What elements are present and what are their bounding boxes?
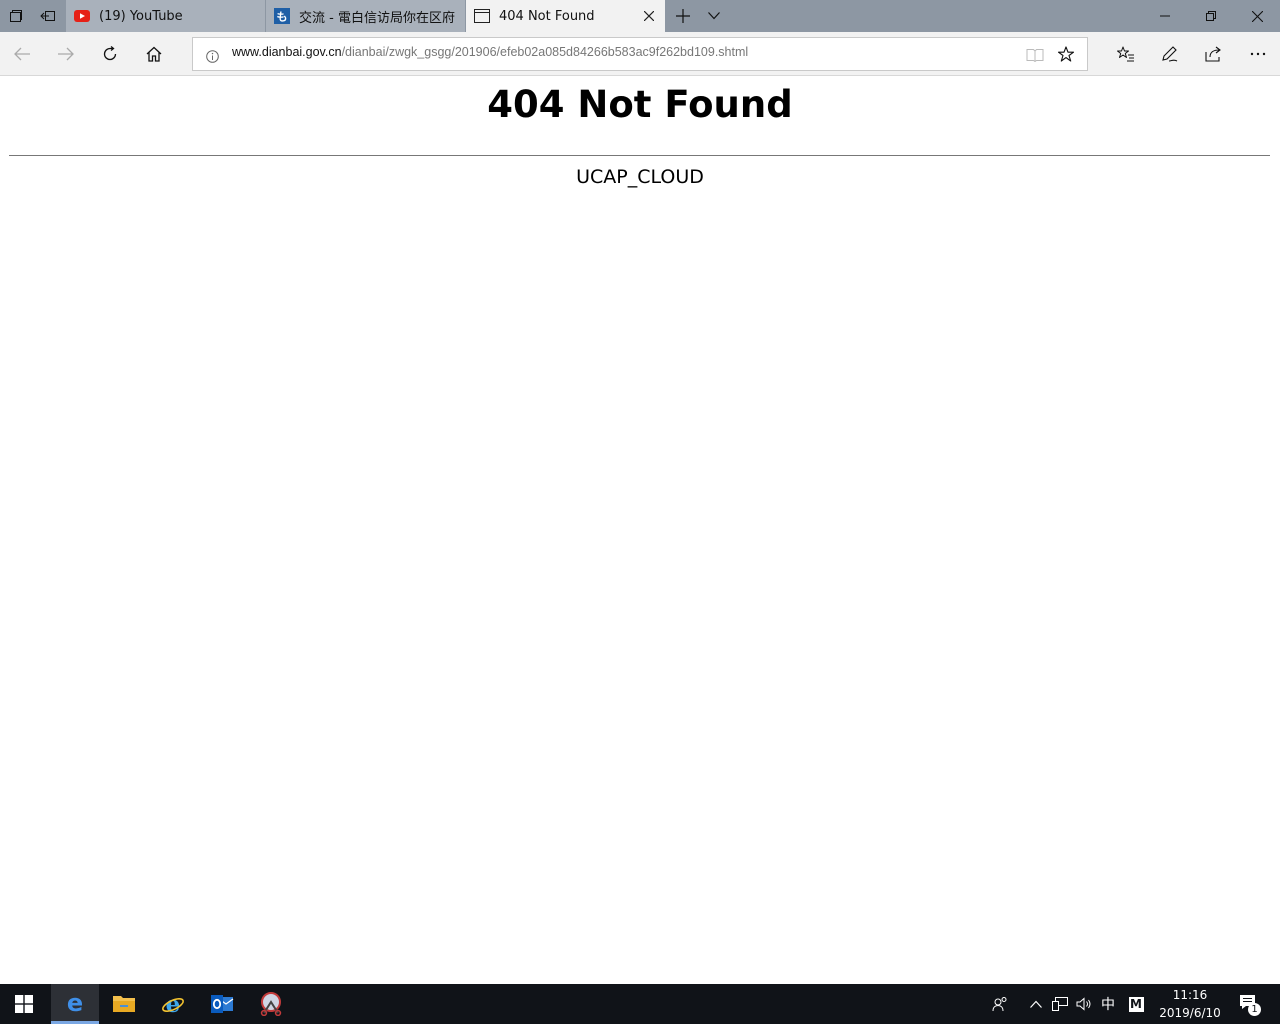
reading-view-icon[interactable]	[1026, 47, 1044, 66]
back-button[interactable]	[0, 32, 44, 76]
taskbar-snipping-tool[interactable]	[247, 984, 295, 1024]
youtube-icon	[74, 8, 90, 24]
people-button[interactable]	[986, 984, 1014, 1024]
arrow-right-icon	[58, 47, 74, 61]
page-title: 404 Not Found	[487, 83, 793, 126]
share-button[interactable]	[1192, 32, 1236, 76]
speaker-icon	[1076, 997, 1091, 1011]
forward-button[interactable]	[44, 32, 88, 76]
taskbar-outlook[interactable]	[198, 984, 246, 1024]
ellipsis-icon	[1250, 52, 1266, 56]
snipping-tool-icon	[260, 992, 282, 1016]
network-button[interactable]	[1048, 984, 1072, 1024]
tab-label: 交流 - 電白信访局你在区府	[299, 10, 455, 26]
tab-preview-button[interactable]	[700, 0, 728, 32]
taskbar-edge[interactable]: e	[51, 984, 99, 1024]
favorites-hub-button[interactable]	[1104, 32, 1148, 76]
new-tab-button[interactable]	[666, 0, 700, 32]
telecom-icon: も	[274, 8, 290, 24]
close-tab-icon[interactable]	[641, 8, 657, 24]
web-note-button[interactable]	[1148, 32, 1192, 76]
share-icon	[1205, 46, 1221, 62]
chevron-up-icon	[1030, 1000, 1042, 1008]
taskbar: e e 中 M 11:16 2019/6/10 1	[0, 984, 1280, 1024]
close-icon	[1251, 10, 1263, 22]
folder-icon	[113, 996, 135, 1012]
windows-logo-icon	[15, 995, 33, 1013]
divider	[9, 155, 1270, 156]
edge-icon: e	[67, 991, 83, 1015]
title-bar: (19) YouTube も 交流 - 電白信访局你在区府 404 Not Fo…	[0, 0, 1280, 32]
svg-text:e: e	[67, 991, 83, 1015]
volume-button[interactable]	[1072, 984, 1096, 1024]
minimize-icon	[1160, 15, 1170, 17]
home-icon	[146, 46, 162, 62]
url-host: www.dianbai.gov.cn	[232, 45, 342, 59]
page-content: 404 Not Found UCAP_CLOUD	[0, 77, 1280, 984]
more-button[interactable]	[1236, 32, 1280, 76]
chevron-down-icon	[708, 12, 720, 20]
url-text[interactable]: www.dianbai.gov.cn/dianbai/zwgk_gsgg/201…	[232, 45, 748, 59]
set-tabs-aside-icon[interactable]	[32, 0, 64, 32]
tab-label: (19) YouTube	[99, 8, 183, 24]
navigation-bar: www.dianbai.gov.cn/dianbai/zwgk_gsgg/201…	[0, 32, 1280, 76]
ime-mode-badge: M	[1128, 996, 1144, 1012]
favorite-star-icon[interactable]	[1057, 46, 1075, 66]
taskbar-internet-explorer[interactable]: e	[149, 984, 197, 1024]
page-icon	[474, 8, 490, 24]
tab-404[interactable]: 404 Not Found	[466, 0, 665, 32]
home-button[interactable]	[132, 32, 176, 76]
clock[interactable]: 11:16 2019/6/10	[1150, 984, 1230, 1024]
clock-date: 2019/6/10	[1159, 1006, 1221, 1020]
restore-icon	[1206, 11, 1216, 21]
tab-youtube[interactable]: (19) YouTube	[66, 0, 266, 32]
network-icon	[1052, 997, 1068, 1011]
show-hidden-icons-button[interactable]	[1026, 984, 1046, 1024]
clock-time: 11:16	[1172, 988, 1208, 1002]
address-bar[interactable]: www.dianbai.gov.cn/dianbai/zwgk_gsgg/201…	[192, 37, 1088, 71]
outlook-icon	[211, 995, 234, 1013]
taskbar-file-explorer[interactable]	[100, 984, 148, 1024]
internet-explorer-icon: e	[162, 992, 184, 1016]
action-center-button[interactable]: 1	[1234, 984, 1266, 1024]
pen-icon	[1162, 46, 1178, 62]
minimize-button[interactable]	[1142, 0, 1188, 32]
plus-icon	[676, 9, 690, 23]
refresh-icon	[103, 46, 117, 61]
tab-telecom[interactable]: も 交流 - 電白信访局你在区府	[266, 0, 466, 32]
ime-mode-button[interactable]: M	[1124, 984, 1148, 1024]
arrow-left-icon	[14, 47, 30, 61]
server-signature: UCAP_CLOUD	[576, 166, 704, 188]
restore-button[interactable]	[1188, 0, 1234, 32]
people-icon	[992, 997, 1007, 1012]
start-button[interactable]	[0, 984, 48, 1024]
svg-text:e: e	[166, 992, 181, 1016]
refresh-button[interactable]	[88, 32, 132, 76]
svg-text:も: も	[277, 11, 288, 24]
info-icon[interactable]	[206, 48, 219, 67]
url-path: /dianbai/zwgk_gsgg/201906/efeb02a085d842…	[341, 45, 749, 59]
notification-count-badge: 1	[1248, 1003, 1261, 1016]
tab-manager-icon[interactable]	[0, 0, 32, 32]
ime-indicator[interactable]: 中	[1096, 984, 1120, 1024]
close-window-button[interactable]	[1234, 0, 1280, 32]
favorites-list-icon	[1117, 46, 1134, 62]
tab-label: 404 Not Found	[499, 8, 595, 24]
